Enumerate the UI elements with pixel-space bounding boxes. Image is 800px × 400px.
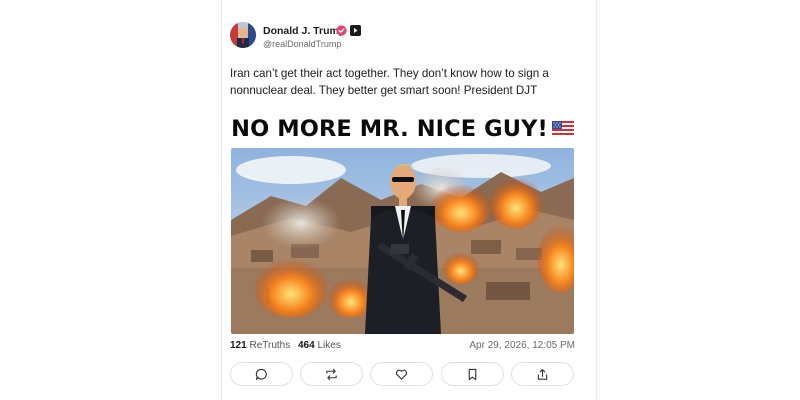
post-stats: 121 ReTruths 464 Likes Apr 29, 2026, 12:…	[230, 340, 575, 354]
retruth-button[interactable]	[300, 362, 363, 386]
image-title-text: NO MORE MR. NICE GUY!	[231, 116, 548, 142]
share-icon	[537, 368, 548, 380]
us-flag-icon	[551, 120, 574, 135]
retruths-count[interactable]: 121 ReTruths	[230, 340, 290, 351]
verified-check-icon	[336, 25, 347, 36]
feed-left-border	[221, 0, 222, 400]
post-text: Iran can’t get their act together. They …	[230, 67, 549, 97]
post-timestamp[interactable]: Apr 29, 2026, 12:05 PM	[469, 340, 575, 351]
post-action-bar	[230, 362, 576, 388]
share-button[interactable]	[511, 362, 574, 386]
post-image[interactable]	[231, 148, 574, 334]
comment-icon	[255, 368, 267, 380]
heart-icon	[395, 369, 408, 380]
post-image-illustration	[231, 148, 574, 334]
post-header: Donald J. Trump @realDonaldTrump	[230, 20, 590, 52]
image-caption-title: NO MORE MR. NICE GUY!	[230, 116, 575, 142]
bookmark-icon	[468, 368, 477, 380]
author-handle[interactable]: @realDonaldTrump	[263, 39, 341, 49]
truth-plus-icon	[350, 25, 361, 36]
reply-button[interactable]	[230, 362, 293, 386]
repost-icon	[326, 368, 337, 380]
like-button[interactable]	[370, 362, 433, 386]
author-avatar[interactable]	[230, 22, 256, 48]
feed-right-border	[596, 0, 597, 400]
bookmark-button[interactable]	[441, 362, 504, 386]
likes-count[interactable]: 464 Likes	[298, 340, 341, 351]
author-name[interactable]: Donald J. Trump	[263, 25, 345, 37]
